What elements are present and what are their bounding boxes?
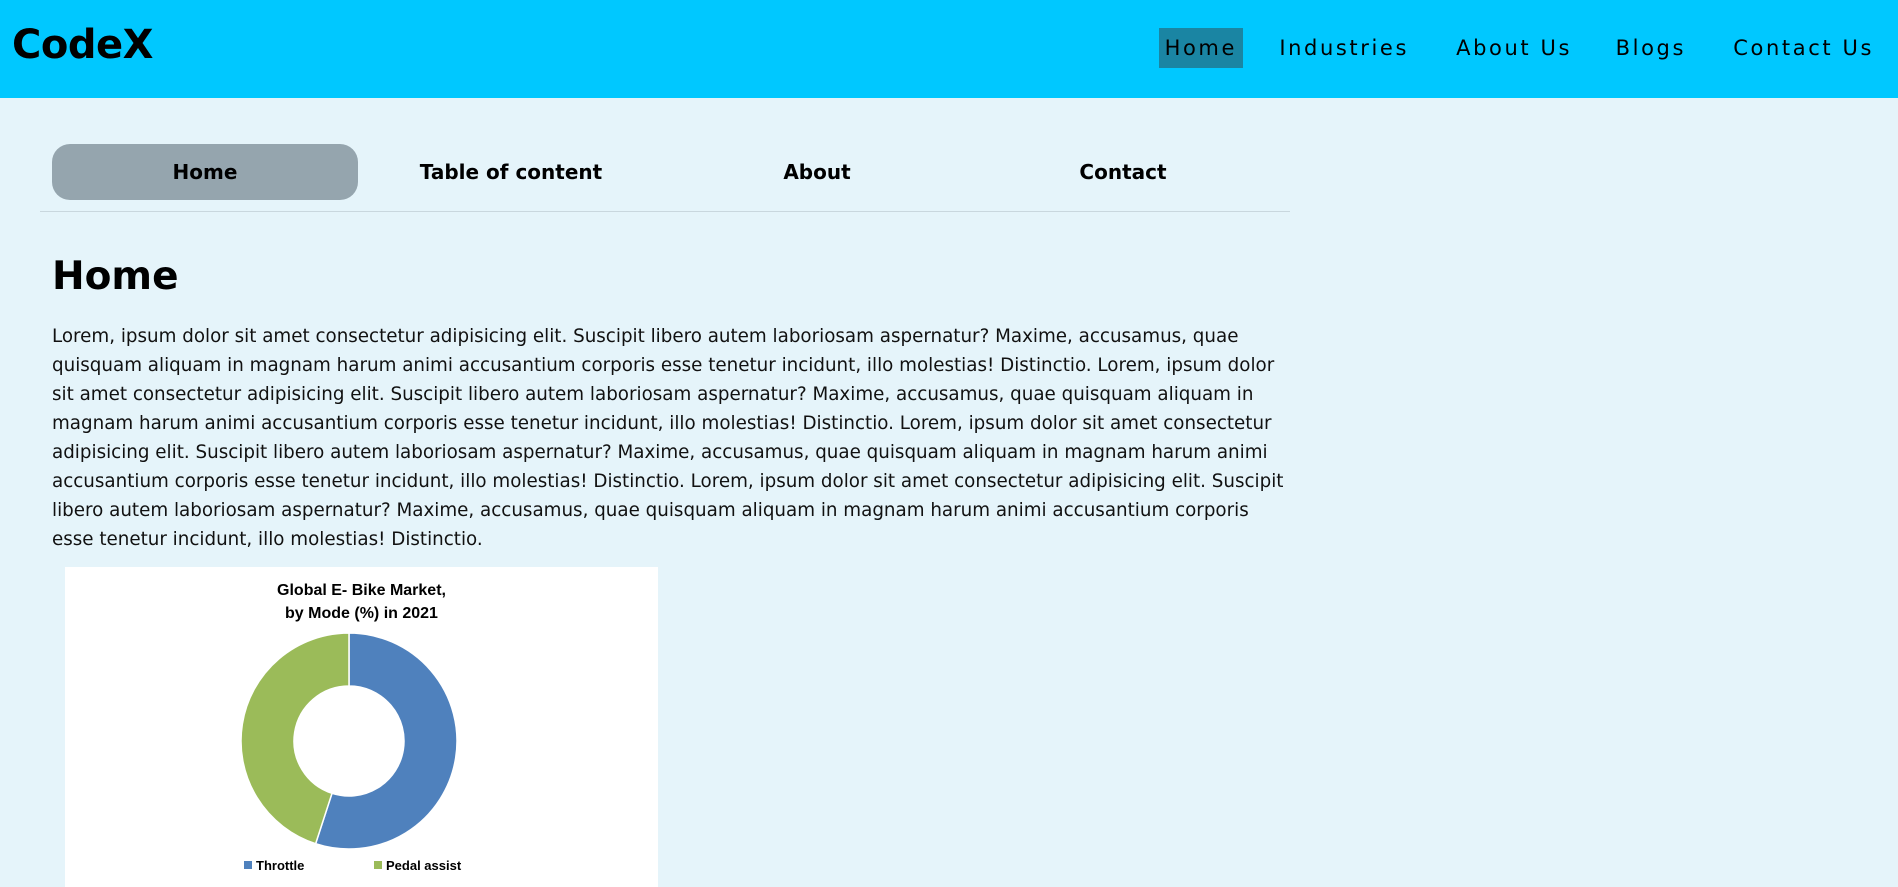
legend-item-throttle: Throttle bbox=[244, 858, 304, 873]
chart-legend: Throttle Pedal assist bbox=[65, 858, 658, 876]
tab-about[interactable]: About bbox=[664, 144, 970, 200]
tab-contact[interactable]: Contact bbox=[970, 144, 1276, 200]
tab-table-of-content[interactable]: Table of content bbox=[358, 144, 664, 200]
nav-contact-us-link[interactable]: Contact Us bbox=[1733, 28, 1874, 68]
nav-blogs-link[interactable]: Blogs bbox=[1616, 28, 1686, 68]
legend-label-pedal-assist: Pedal assist bbox=[386, 858, 462, 873]
page-title: Home bbox=[52, 254, 179, 299]
donut-chart bbox=[240, 632, 458, 850]
legend-swatch-throttle bbox=[244, 861, 252, 869]
legend-label-throttle: Throttle bbox=[256, 858, 305, 873]
legend-item-pedal-assist: Pedal assist bbox=[374, 858, 461, 873]
section-tabs: Home Table of content About Contact bbox=[40, 136, 1290, 212]
logo[interactable]: CodeX bbox=[12, 22, 153, 68]
top-header: CodeX Home Industries About Us Blogs Con… bbox=[0, 0, 1898, 98]
legend-swatch-pedal-assist bbox=[374, 861, 382, 869]
body-paragraph: Lorem, ipsum dolor sit amet consectetur … bbox=[52, 326, 1284, 550]
tab-home[interactable]: Home bbox=[52, 144, 358, 200]
donut-chart-image: Global E- Bike Market, by Mode (%) in 20… bbox=[65, 567, 658, 887]
nav-about-us-link[interactable]: About Us bbox=[1456, 28, 1572, 68]
nav-home-link[interactable]: Home bbox=[1158, 28, 1243, 68]
nav-industries-link[interactable]: Industries bbox=[1279, 28, 1409, 68]
